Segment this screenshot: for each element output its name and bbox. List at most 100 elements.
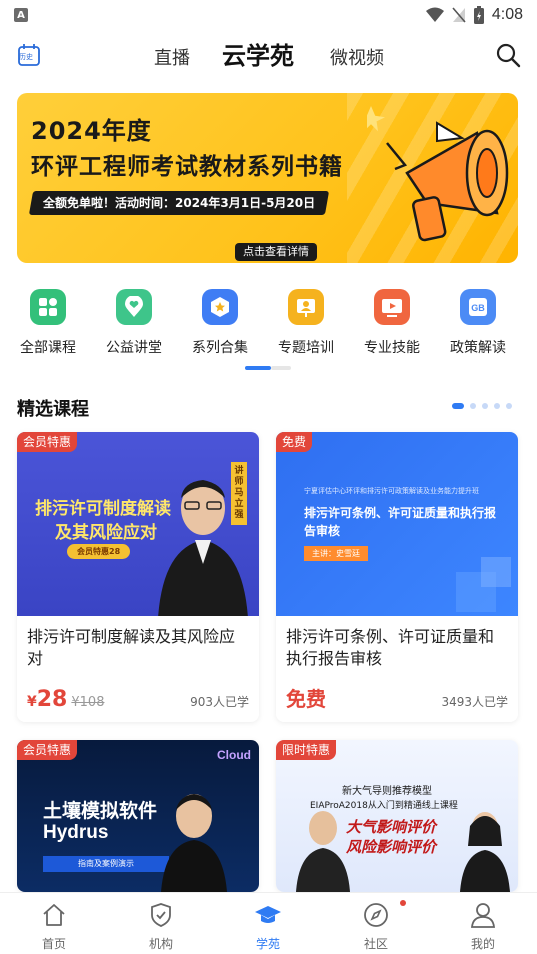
card-badge: 会员特惠 <box>17 740 78 760</box>
nav-institutions[interactable]: 机构 <box>131 901 191 952</box>
category-all-courses[interactable]: 全部课程 <box>5 285 91 357</box>
status-left: A <box>14 8 28 22</box>
category-page-indicator <box>245 366 291 370</box>
course-title: 排污许可条例、许可证质量和执行报告审核 <box>286 627 495 668</box>
grid-icon <box>30 289 66 325</box>
category-label: 政策解读 <box>450 340 506 356</box>
person-icon <box>471 903 495 928</box>
gb-doc-icon: GB <box>460 289 496 325</box>
lecturer-photo <box>296 811 350 892</box>
home-icon <box>43 904 65 926</box>
price-symbol: ¥ <box>27 694 37 710</box>
location-heart-icon <box>116 289 152 325</box>
star-badge-icon <box>202 289 238 325</box>
category-label: 专业技能 <box>364 340 420 356</box>
course-thumbnail: 宁夏评估中心环评和排污许可政策解读及业务能力提升班 排污许可条例、许可证质量和执… <box>276 432 518 616</box>
course-footer: 免费 3493人已学 <box>286 683 508 712</box>
battery-charging-icon <box>473 6 484 24</box>
card-badge: 会员特惠 <box>17 432 78 452</box>
nav-mine[interactable]: 我的 <box>453 901 513 952</box>
course-card[interactable]: 宁夏评估中心环评和排污许可政策解读及业务能力提升班 排污许可条例、许可证质量和执… <box>276 432 518 722</box>
search-icon <box>496 43 521 68</box>
carousel-dot[interactable] <box>506 403 512 409</box>
card-badge: 限时特惠 <box>276 740 337 760</box>
search-button[interactable] <box>495 42 521 68</box>
category-label: 系列合集 <box>192 340 248 356</box>
nav-label: 机构 <box>148 937 173 951</box>
carousel-dot[interactable] <box>470 403 476 409</box>
category-policy[interactable]: GB 政策解读 <box>435 285 521 357</box>
course-card[interactable]: Cloud 土壤模拟软件 Hydrus 指南及案例演示 会员特惠 <box>17 740 259 892</box>
banner-event-text: 全额免单啦！活动时间：2024年3月1日-5月20日 <box>43 196 316 210</box>
history-label: 历史 <box>19 54 33 61</box>
nav-home[interactable]: 首页 <box>24 901 84 952</box>
carousel-dot[interactable] <box>494 403 500 409</box>
banner-year: 2024年度 <box>31 117 152 145</box>
status-time: 4:08 <box>491 6 523 23</box>
banner-cta-button[interactable]: 点击查看详情 <box>235 243 317 261</box>
course-thumbnail: 新大气导则推荐模型 EIAProA2018从入门到精通线上课程 大气影响评价 风… <box>276 740 518 892</box>
category-series[interactable]: 系列合集 <box>177 285 263 357</box>
app-notification-icon: A <box>14 8 28 22</box>
nav-label: 首页 <box>41 937 66 951</box>
nav-community[interactable]: 社区 <box>346 901 406 952</box>
status-bar: A 4:08 <box>0 0 537 30</box>
graduation-cap-icon <box>255 906 281 923</box>
lecturer-photo <box>460 812 510 892</box>
learner-count: 3493人已学 <box>441 695 508 709</box>
category-special-training[interactable]: 专题培训 <box>263 285 349 357</box>
category-label: 专题培训 <box>278 340 334 356</box>
course-price-free: 免费 <box>286 687 326 711</box>
wifi-icon <box>425 7 444 22</box>
course-thumbnail: 排污许可制度解读 及其风险应对 会员特惠28 讲师 马立强 会员特惠 <box>17 432 259 616</box>
shield-check-icon <box>151 903 171 927</box>
course-card[interactable]: 新大气导则推荐模型 EIAProA2018从入门到精通线上课程 大气影响评价 风… <box>276 740 518 892</box>
category-public-lecture[interactable]: 公益讲堂 <box>91 285 177 357</box>
thumb-title-line1: 土壤模拟软件 <box>43 800 158 822</box>
course-card[interactable]: 排污许可制度解读 及其风险应对 会员特惠28 讲师 马立强 会员特惠 排污许可制… <box>17 432 259 722</box>
course-price: ¥28 ¥108 <box>27 687 104 712</box>
thumb-title-line2: Hydrus <box>43 822 109 843</box>
thumb-title-line2: 风险影响评价 <box>346 838 437 856</box>
thumb-title-line2: 及其风险应对 <box>55 523 157 543</box>
category-label: 全部课程 <box>20 340 76 356</box>
compass-icon <box>364 903 388 927</box>
nav-label: 我的 <box>470 937 495 951</box>
tab-live[interactable]: 直播 <box>154 44 190 70</box>
carousel-dots <box>452 403 512 409</box>
category-professional-skills[interactable]: 专业技能 <box>349 285 435 357</box>
course-footer: ¥28 ¥108 903人已学 <box>27 687 249 712</box>
thumb-title-line2: 告审核 <box>304 524 341 538</box>
thumb-tag: 会员特惠28 <box>67 544 131 559</box>
megaphone-icon <box>367 105 509 242</box>
carousel-dot[interactable] <box>482 403 488 409</box>
indicator-inactive <box>271 366 291 370</box>
thumb-small-text: 新大气导则推荐模型 <box>342 786 432 797</box>
category-label: 公益讲堂 <box>106 340 162 356</box>
price-value: 28 <box>36 687 68 712</box>
top-header: 历史 直播 云学苑 微视频 <box>0 30 537 82</box>
nav-label: 学苑 <box>255 937 280 951</box>
banner-event-pill: 全额免单啦！活动时间：2024年3月1日-5月20日 <box>28 191 330 215</box>
promo-banner[interactable]: 2024年度 环评工程师考试教材系列书籍 全额免单啦！活动时间：2024年3月1… <box>17 93 518 263</box>
thumb-brand: Cloud <box>217 748 251 762</box>
thumb-decoration <box>456 557 511 612</box>
carousel-dot-active[interactable] <box>452 403 464 409</box>
history-button[interactable]: 历史 <box>16 42 42 68</box>
video-play-icon <box>374 289 410 325</box>
thumb-title-line1: 排污许可制度解读 <box>35 499 171 519</box>
lecturer-photo <box>158 480 248 616</box>
thumb-title-line1: 大气影响评价 <box>346 818 437 836</box>
lecturer-photo <box>161 794 227 892</box>
notification-dot <box>400 900 406 906</box>
card-badge: 免费 <box>276 432 313 452</box>
tab-short-video[interactable]: 微视频 <box>330 44 384 70</box>
learner-count: 903人已学 <box>190 695 249 709</box>
page-title: 云学苑 <box>222 42 294 70</box>
bottom-nav: 首页 机构 学苑 社区 我的 <box>0 892 537 954</box>
status-right: 4:08 <box>425 6 523 24</box>
thumb-title-line1: 排污许可条例、许可证质量和执行报 <box>304 506 497 520</box>
course-title: 排污许可制度解读及其风险应对 <box>27 627 236 668</box>
price-original: ¥108 <box>71 695 105 710</box>
nav-academy[interactable]: 学苑 <box>238 901 298 952</box>
